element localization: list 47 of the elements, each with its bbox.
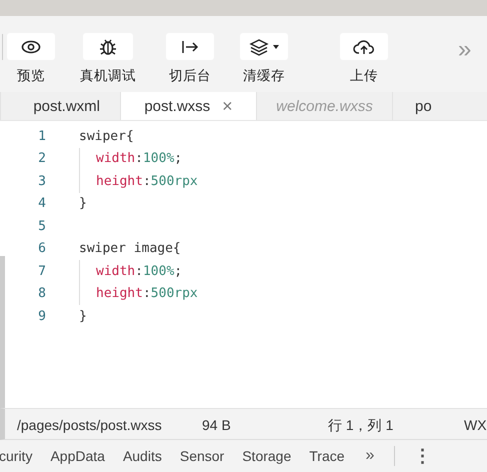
line-number: 7 bbox=[37, 264, 46, 279]
scrollbar[interactable] bbox=[0, 256, 5, 408]
line-number: 8 bbox=[37, 286, 46, 302]
cloud-upload-icon bbox=[353, 38, 375, 54]
upload-button[interactable] bbox=[340, 33, 388, 60]
cache-button[interactable] bbox=[240, 33, 288, 60]
eye-icon bbox=[21, 40, 41, 54]
close-icon[interactable]: × bbox=[222, 96, 233, 116]
file-tab[interactable]: post.wxss × bbox=[120, 92, 256, 120]
code-line: height:500rpx bbox=[96, 174, 198, 189]
preview-button[interactable] bbox=[7, 33, 55, 60]
tool-label: 预览 bbox=[17, 67, 45, 85]
line-number: 2 bbox=[37, 151, 46, 166]
code-line: width:100%; bbox=[96, 151, 182, 166]
file-path: /pages/posts/post.wxss bbox=[17, 417, 162, 433]
tool-label: 清缓存 bbox=[243, 67, 285, 85]
file-tab[interactable]: po bbox=[392, 92, 454, 120]
language-label: WX bbox=[464, 417, 487, 433]
code-line: swiper image{ bbox=[79, 241, 181, 256]
tool-label: 切后台 bbox=[169, 67, 211, 85]
devtools-tab[interactable]: Trace bbox=[309, 448, 345, 464]
switch-button[interactable] bbox=[166, 33, 214, 60]
more-tabs-button[interactable]: » bbox=[366, 447, 374, 465]
line-number: 6 bbox=[37, 241, 46, 256]
devtools-tab[interactable]: Audits bbox=[122, 448, 162, 464]
tool-label: 真机调试 bbox=[80, 67, 136, 85]
code-line: } bbox=[79, 308, 87, 324]
caret-icon bbox=[273, 44, 279, 48]
code-line: } bbox=[79, 196, 87, 212]
devtools-tab[interactable]: Storage bbox=[242, 448, 292, 464]
line-number: 3 bbox=[37, 174, 46, 189]
code-line: height:500rpx bbox=[96, 286, 198, 302]
code-line: swiper{ bbox=[79, 128, 134, 144]
devtools-tab[interactable]: AppData bbox=[50, 448, 105, 464]
line-number: 1 bbox=[37, 128, 46, 144]
line-number: 9 bbox=[37, 308, 46, 324]
tool-label: 上传 bbox=[350, 67, 378, 85]
devtools-tab[interactable]: Sensor bbox=[180, 448, 224, 464]
line-number: 5 bbox=[37, 218, 46, 234]
debug-button[interactable] bbox=[83, 33, 133, 60]
cursor-position: 行 1，列 1 bbox=[328, 417, 394, 435]
code-line: width:100%; bbox=[96, 264, 182, 279]
arrow-bar-icon bbox=[180, 38, 200, 54]
file-size: 94 B bbox=[202, 417, 231, 433]
layers-icon bbox=[249, 38, 269, 56]
line-number: 4 bbox=[37, 196, 46, 212]
menu-button[interactable]: ⋮ bbox=[413, 445, 432, 467]
